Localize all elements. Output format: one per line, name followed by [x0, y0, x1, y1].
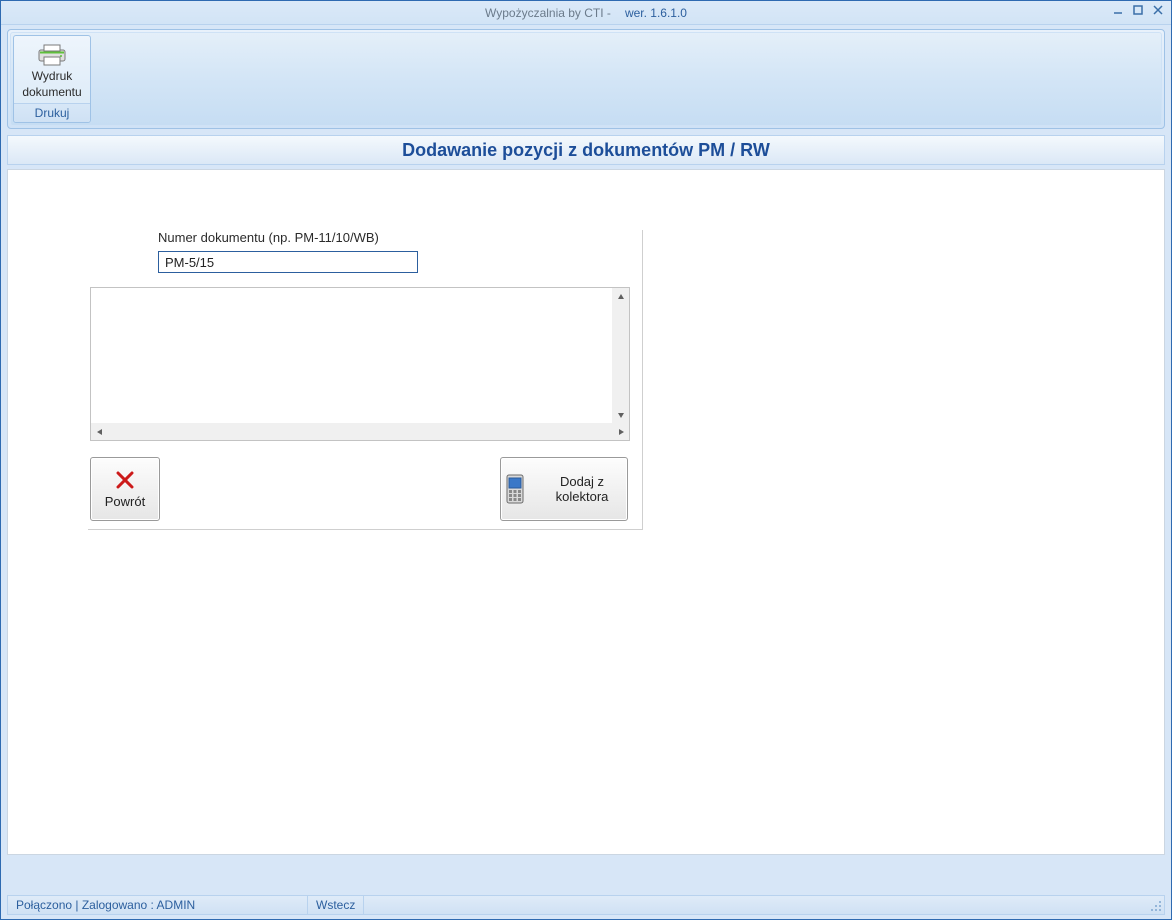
app-version-text: wer. 1.6.1.0 [625, 6, 687, 20]
status-back-text: Wstecz [316, 898, 355, 912]
minimize-button[interactable] [1111, 3, 1125, 17]
ribbon: Wydruk dokumentu Drukuj [10, 32, 1162, 126]
results-list-content [91, 288, 612, 423]
status-connection-text: Połączono | Zalogowano : ADMIN [16, 898, 195, 912]
results-list[interactable] [90, 287, 630, 441]
app-name-text: Wypożyczalnia by CTI - [485, 6, 611, 20]
collector-button-label: Dodaj z kolektora [537, 474, 627, 504]
scroll-down-button[interactable] [612, 406, 629, 423]
status-connection: Połączono | Zalogowano : ADMIN [8, 896, 308, 914]
x-icon [115, 470, 135, 490]
collector-device-icon [501, 473, 529, 505]
form-panel: Numer dokumentu (np. PM-11/10/WB) [88, 230, 643, 530]
back-button-label: Powrót [105, 494, 145, 509]
status-back[interactable]: Wstecz [308, 896, 364, 914]
window-controls [1111, 3, 1165, 17]
back-button[interactable]: Powrót [90, 457, 160, 521]
window-title: Wypożyczalnia by CTI - wer. 1.6.1.0 [485, 6, 687, 20]
scroll-up-button[interactable] [612, 288, 629, 305]
print-document-button[interactable]: Wydruk dokumentu [18, 36, 85, 103]
title-bar: Wypożyczalnia by CTI - wer. 1.6.1.0 [1, 1, 1171, 25]
form-button-row: Powrót [88, 457, 634, 521]
add-from-collector-button[interactable]: Dodaj z kolektora [500, 457, 628, 521]
ribbon-container: Wydruk dokumentu Drukuj [7, 29, 1165, 129]
scroll-right-button[interactable] [612, 423, 629, 440]
scroll-left-button[interactable] [91, 423, 108, 440]
vertical-scrollbar[interactable] [612, 288, 629, 423]
printer-icon [35, 43, 69, 67]
print-button-label-line2: dokumentu [22, 86, 81, 99]
doc-number-label: Numer dokumentu (np. PM-11/10/WB) [158, 230, 634, 245]
resize-grip[interactable] [1148, 896, 1164, 914]
close-button[interactable] [1151, 3, 1165, 17]
section-header-text: Dodawanie pozycji z dokumentów PM / RW [402, 140, 770, 161]
status-bar: Połączono | Zalogowano : ADMIN Wstecz [7, 895, 1165, 915]
maximize-button[interactable] [1131, 3, 1145, 17]
app-window: Wypożyczalnia by CTI - wer. 1.6.1.0 [0, 0, 1172, 920]
ribbon-group-label: Drukuj [14, 103, 90, 122]
horizontal-scrollbar[interactable] [91, 423, 629, 440]
ribbon-group-print: Wydruk dokumentu Drukuj [13, 35, 91, 123]
content-panel: Numer dokumentu (np. PM-11/10/WB) [7, 169, 1165, 855]
doc-number-input[interactable] [158, 251, 418, 273]
print-button-label-line1: Wydruk [32, 70, 73, 83]
section-header: Dodawanie pozycji z dokumentów PM / RW [7, 135, 1165, 165]
